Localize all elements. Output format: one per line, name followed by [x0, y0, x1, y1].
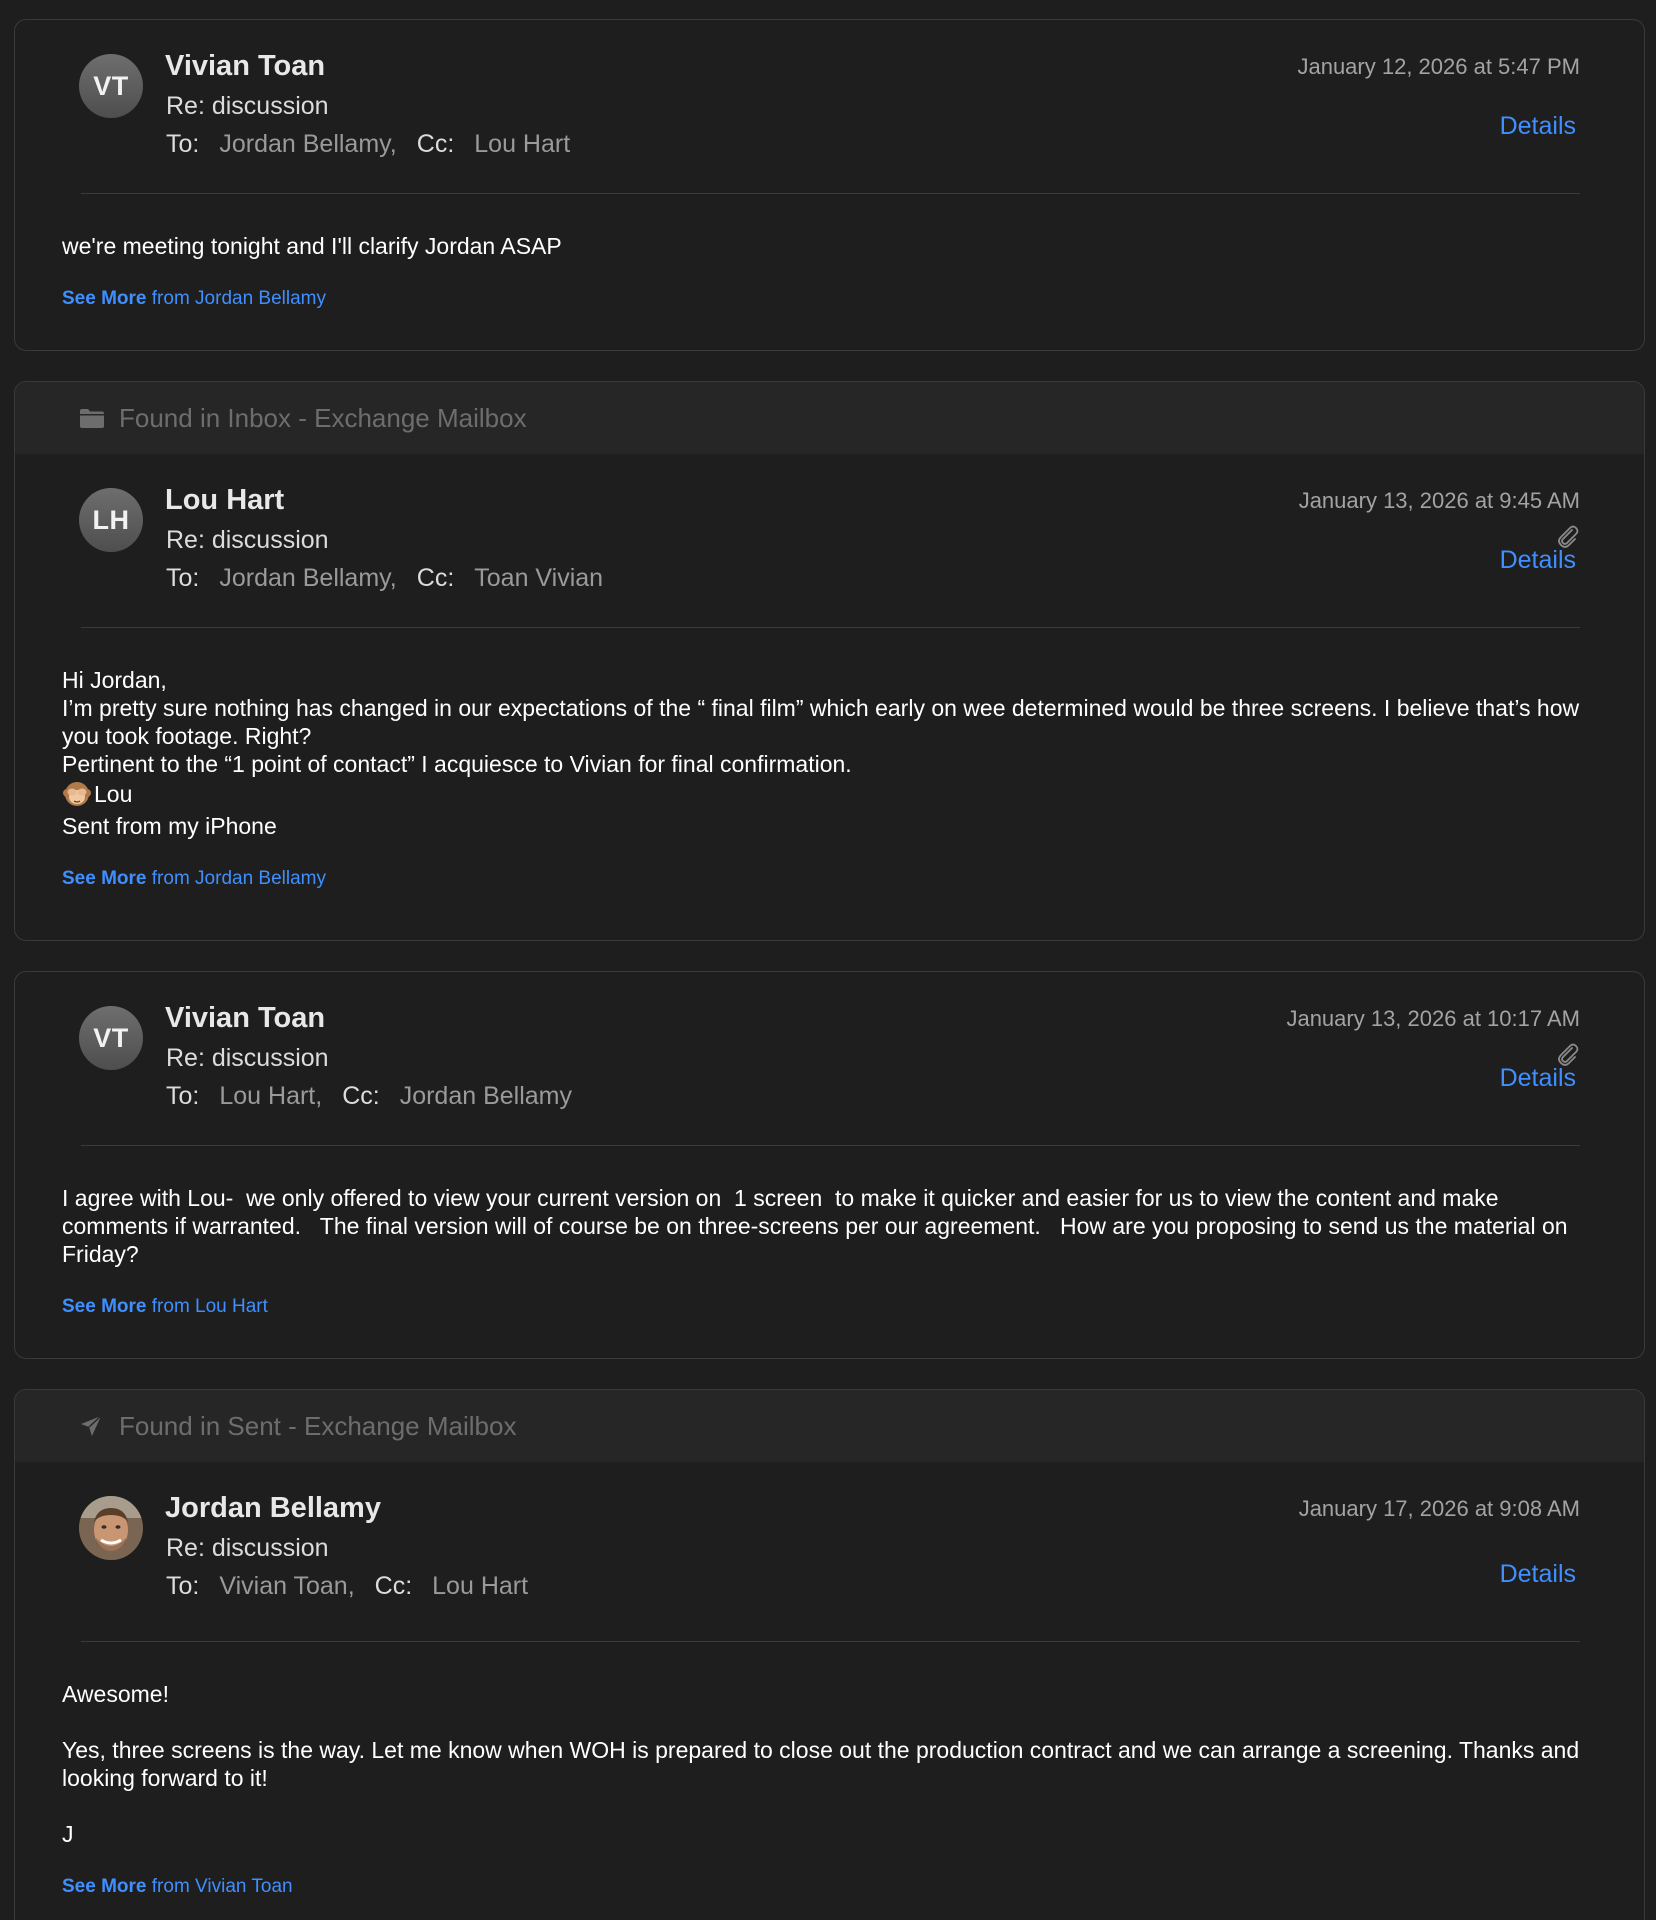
message-card: VT Vivian Toan Re: discussion To: Jordan …: [14, 19, 1645, 351]
to-recipients: Jordan Bellamy,: [219, 130, 397, 158]
body-line: J: [62, 1821, 74, 1847]
message-date: January 13, 2026 at 10:17 AM: [1286, 1006, 1580, 1031]
details-link[interactable]: Details: [1500, 1064, 1576, 1093]
subject: Re: discussion: [166, 92, 329, 120]
avatar: LH: [79, 488, 143, 552]
divider: [81, 626, 1580, 628]
message-card: Found in Sent - Exchange Mailbox Jordan …: [14, 1389, 1645, 1920]
avatar: VT: [79, 1006, 143, 1070]
message-date: January 12, 2026 at 5:47 PM: [1297, 54, 1580, 79]
recipients: To: Jordan Bellamy, Cc: Lou Hart: [166, 130, 570, 159]
paper-plane-icon: [79, 1412, 107, 1440]
cc-label: Cc:: [416, 564, 455, 592]
sender-name: Lou Hart: [165, 484, 285, 516]
see-more-label: See More: [62, 1296, 147, 1317]
see-more-source: from Jordan Bellamy: [151, 288, 326, 309]
divider: [81, 1144, 1580, 1146]
message-header: LH Lou Hart Re: discussion To: Jordan Bel…: [15, 454, 1644, 628]
cc-label: Cc:: [342, 1082, 380, 1110]
see-more-label: See More: [62, 1876, 147, 1897]
message-card: VT Vivian Toan Re: discussion To: Lou Har…: [14, 971, 1645, 1359]
cc-recipients: Lou Hart: [474, 130, 571, 158]
details-link[interactable]: Details: [1500, 1560, 1576, 1589]
see-more-link[interactable]: See More from Lou Hart: [15, 1296, 1644, 1318]
body-text: we're meeting tonight and I'll clarify J…: [62, 233, 562, 259]
message-date: January 13, 2026 at 9:45 AM: [1298, 488, 1580, 513]
subject: Re: discussion: [166, 1044, 329, 1072]
avatar-photo: [79, 1496, 143, 1560]
mail-thread: VT Vivian Toan Re: discussion To: Jordan …: [0, 0, 1656, 1920]
to-label: To:: [166, 564, 200, 592]
to-recipients: Jordan Bellamy,: [219, 564, 397, 592]
subject: Re: discussion: [166, 526, 329, 554]
avatar: VT: [79, 54, 143, 118]
to-label: To:: [166, 1572, 200, 1600]
see-more-link[interactable]: See More from Jordan Bellamy: [15, 868, 1644, 890]
found-in-bar: Found in Sent - Exchange Mailbox: [15, 1390, 1644, 1462]
cc-recipients: Toan Vivian: [474, 564, 604, 592]
to-recipients: Lou Hart,: [219, 1082, 323, 1110]
message-body: I agree with Lou- we only offered to vie…: [15, 1146, 1644, 1268]
message-body: we're meeting tonight and I'll clarify J…: [15, 194, 1644, 260]
body-line: Yes, three screens is the way. Let me kn…: [62, 1737, 1580, 1791]
cc-recipients: Jordan Bellamy: [399, 1082, 573, 1110]
message-date: January 17, 2026 at 9:08 AM: [1298, 1496, 1580, 1521]
avatar: [79, 1496, 143, 1560]
see-more-source: from Jordan Bellamy: [151, 868, 326, 889]
cc-recipients: Lou Hart: [432, 1572, 529, 1600]
body-line: Hi Jordan,: [62, 667, 167, 693]
folder-icon: [79, 404, 107, 432]
to-label: To:: [166, 1082, 200, 1110]
message-body: Hi Jordan, I’m pretty sure nothing has c…: [15, 628, 1644, 840]
to-label: To:: [166, 130, 200, 158]
body-line: Pertinent to the “1 point of contact” I …: [62, 751, 852, 777]
sender-name: Vivian Toan: [165, 50, 326, 82]
message-header: VT Vivian Toan Re: discussion To: Lou Har…: [15, 972, 1644, 1146]
body-line: Awesome!: [62, 1681, 169, 1707]
see-more-link[interactable]: See More from Vivian Toan: [15, 1876, 1644, 1898]
message-body: Awesome! Yes, three screens is the way. …: [15, 1642, 1644, 1848]
see-more-link[interactable]: See More from Jordan Bellamy: [15, 288, 1644, 310]
subject: Re: discussion: [166, 1534, 329, 1562]
see-more-source: from Lou Hart: [151, 1296, 268, 1317]
divider: [81, 1640, 1580, 1642]
body-line: I’m pretty sure nothing has changed in o…: [62, 695, 1580, 749]
body-line-signature: Lou: [62, 778, 1594, 808]
sender-name: Vivian Toan: [165, 1002, 326, 1034]
found-in-label: Found in Inbox - Exchange Mailbox: [119, 402, 527, 433]
divider: [81, 192, 1580, 194]
body-text: I agree with Lou- we only offered to vie…: [62, 1185, 1574, 1267]
body-line: Sent from my iPhone: [62, 813, 277, 839]
see-more-label: See More: [62, 868, 147, 889]
cc-label: Cc:: [374, 1572, 413, 1600]
cc-label: Cc:: [416, 130, 455, 158]
recipients: To: Vivian Toan, Cc: Lou Hart: [166, 1572, 528, 1601]
see-more-label: See More: [62, 288, 147, 309]
details-link[interactable]: Details: [1500, 546, 1576, 575]
found-in-bar: Found in Inbox - Exchange Mailbox: [15, 382, 1644, 454]
recipients: To: Jordan Bellamy, Cc: Toan Vivian: [166, 564, 603, 593]
found-in-label: Found in Sent - Exchange Mailbox: [119, 1410, 517, 1441]
sender-name: Jordan Bellamy: [165, 1492, 381, 1524]
details-link[interactable]: Details: [1500, 112, 1576, 141]
message-header: Jordan Bellamy Re: discussion To: Vivian …: [15, 1462, 1644, 1642]
recipients: To: Lou Hart, Cc: Jordan Bellamy: [166, 1082, 572, 1111]
see-no-evil-monkey-emoji: [62, 778, 92, 808]
message-header: VT Vivian Toan Re: discussion To: Jordan …: [15, 20, 1644, 194]
see-more-source: from Vivian Toan: [151, 1876, 293, 1897]
message-card: Found in Inbox - Exchange Mailbox LH Lou…: [14, 381, 1645, 941]
signature-text: Lou: [94, 781, 133, 807]
to-recipients: Vivian Toan,: [219, 1572, 355, 1600]
